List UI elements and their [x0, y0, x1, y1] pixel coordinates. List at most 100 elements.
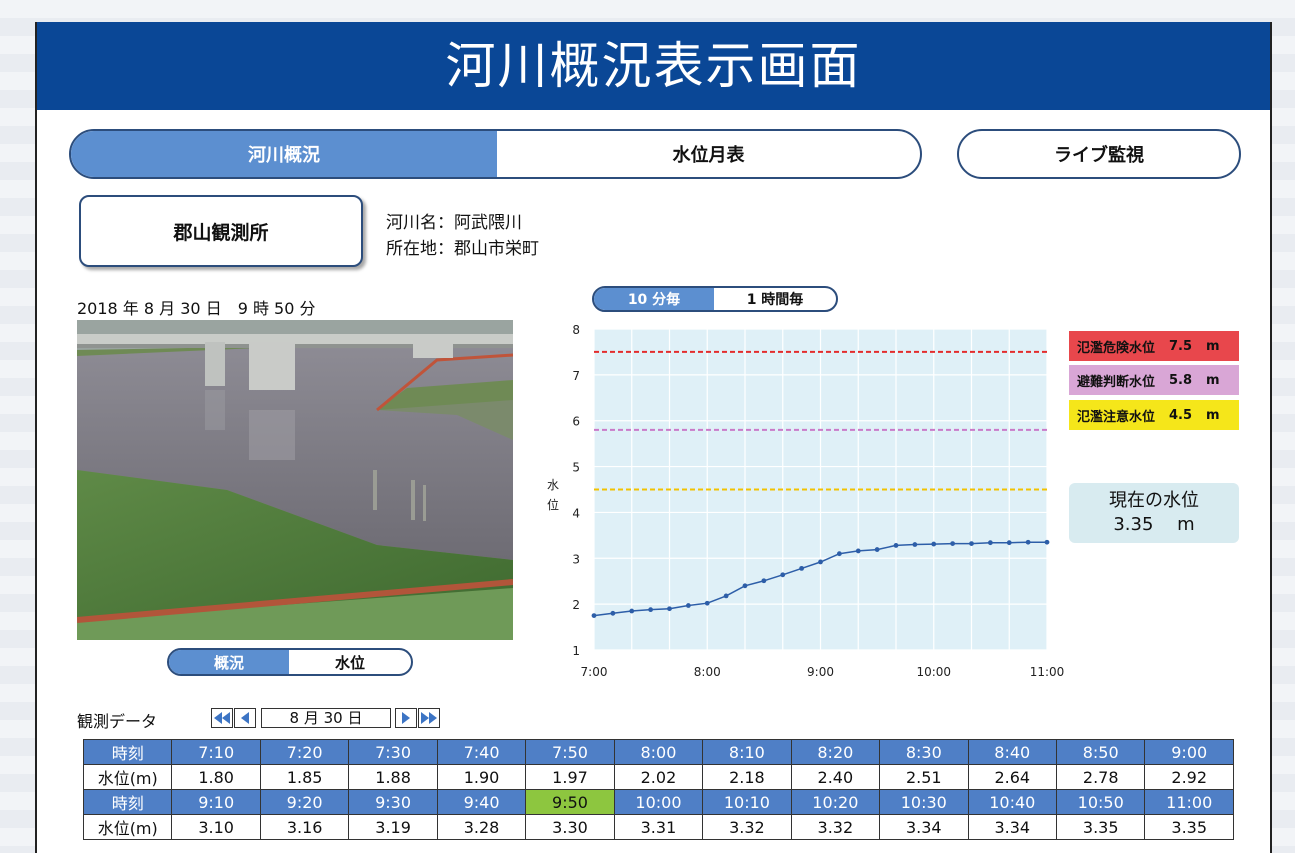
water-level-point	[761, 578, 767, 584]
time-cell[interactable]: 7:40	[436, 739, 527, 765]
time-cell[interactable]: 10:40	[967, 789, 1057, 815]
next-day-button[interactable]	[395, 708, 417, 728]
time-cell[interactable]: 10:50	[1055, 789, 1146, 815]
time-cell[interactable]: 7:20	[259, 739, 350, 765]
level-cell: 2.92	[1144, 764, 1234, 790]
time-cell[interactable]: 9:20	[259, 789, 350, 815]
level-cell: 1.80	[171, 764, 261, 790]
level-cell: 1.88	[348, 764, 438, 790]
water-level-point	[629, 608, 635, 614]
level-cell: 2.18	[702, 764, 792, 790]
time-cell[interactable]: 7:50	[525, 739, 615, 765]
x-tick-label: 7:00	[581, 665, 608, 679]
level-header-cell: 水位(m)	[82, 814, 173, 840]
water-level-point	[1006, 540, 1012, 546]
time-cell[interactable]: 8:10	[702, 739, 792, 765]
interval-10min[interactable]: 10 分毎	[594, 288, 714, 310]
threshold-legend-item: 氾濫注意水位 4.5 m	[1069, 400, 1239, 430]
date-navigator: 8 月 30 日	[211, 708, 441, 730]
time-cell[interactable]: 10:10	[702, 789, 792, 815]
interval-1hour[interactable]: 1 時間毎	[714, 288, 836, 310]
level-cell: 3.19	[348, 814, 438, 840]
page-title: 河川概況表示画面	[37, 22, 1270, 110]
river-name: 河川名：阿武隈川	[386, 213, 522, 233]
level-cell: 2.51	[879, 764, 969, 790]
time-cell[interactable]: 8:30	[879, 739, 969, 765]
current-date-label: 8 月 30 日	[261, 708, 391, 728]
time-cell[interactable]: 9:50	[525, 789, 615, 815]
level-cell: 3.34	[967, 814, 1057, 840]
time-cell[interactable]: 8:00	[613, 739, 704, 765]
camera-toggle-overview[interactable]: 概況	[169, 650, 289, 674]
water-level-point	[912, 542, 918, 547]
level-cell: 3.10	[171, 814, 261, 840]
water-level-point	[893, 543, 899, 548]
station-name-box: 郡山観測所	[79, 195, 363, 267]
time-cell[interactable]: 9:00	[1144, 739, 1234, 765]
level-cell: 3.28	[436, 814, 527, 840]
observation-datetime: 2018 年 8 月 30 日 9 時 50 分	[77, 299, 316, 318]
time-cell[interactable]: 9:10	[171, 789, 261, 815]
interval-toggle: 10 分毎 1 時間毎	[592, 286, 838, 312]
y-tick-label: 4	[572, 506, 580, 520]
time-cell[interactable]: 8:40	[967, 739, 1057, 765]
camera-view-toggle: 概況 水位	[167, 648, 413, 676]
y-axis-label: 位	[547, 497, 559, 512]
level-cell: 3.35	[1144, 814, 1234, 840]
time-cell[interactable]: 11:00	[1144, 789, 1234, 815]
tab-live-monitor-label: ライブ監視	[1054, 145, 1144, 166]
water-level-point	[874, 547, 880, 552]
y-tick-label: 5	[572, 461, 580, 475]
time-cell[interactable]: 10:00	[613, 789, 704, 815]
level-cell: 2.64	[967, 764, 1057, 790]
threshold-value: 5.8	[1169, 372, 1193, 388]
level-cell: 3.32	[790, 814, 881, 840]
y-tick-label: 6	[572, 415, 580, 429]
y-tick-label: 1	[572, 644, 580, 658]
water-level-point	[685, 603, 691, 608]
tab-live-monitor[interactable]: ライブ監視	[957, 129, 1241, 179]
current-level-value-row: 3.35 m	[1069, 513, 1239, 537]
level-cell: 1.85	[259, 764, 350, 790]
prev-month-button[interactable]	[211, 708, 233, 728]
water-level-chart: 1 2 3 4 5 6 7 8 7:00 8:00 9:00 10:00 11:00 水位	[547, 323, 1064, 679]
time-cell[interactable]: 10:30	[879, 789, 969, 815]
time-cell[interactable]: 7:30	[348, 739, 438, 765]
threshold-unit: m	[1206, 407, 1220, 423]
tab-monthly-table[interactable]: 水位月表	[497, 131, 920, 177]
time-header-cell: 時刻	[82, 739, 173, 765]
water-level-point	[780, 572, 786, 578]
water-level-point	[818, 559, 823, 565]
camera-toggle-level[interactable]: 水位	[289, 650, 411, 674]
tab-river-overview[interactable]: 河川概況	[71, 131, 497, 177]
time-cell[interactable]: 10:20	[790, 789, 881, 815]
level-cell: 3.32	[702, 814, 792, 840]
level-cell: 3.35	[1055, 814, 1146, 840]
prev-day-button[interactable]	[234, 708, 256, 728]
current-level-label: 現在の水位	[1109, 490, 1199, 511]
left-arrow-icon	[241, 712, 249, 724]
time-cell[interactable]: 9:40	[436, 789, 527, 815]
y-axis-label: 水	[547, 478, 559, 492]
water-level-point	[1025, 539, 1031, 545]
y-tick-label: 3	[572, 552, 580, 566]
x-tick-label: 9:00	[807, 665, 834, 679]
water-level-point	[648, 607, 654, 613]
water-level-point	[742, 583, 748, 589]
water-level-point	[799, 565, 805, 571]
current-level-unit: m	[1177, 514, 1195, 535]
water-level-point	[704, 600, 710, 606]
level-cell: 1.90	[436, 764, 527, 790]
time-cell[interactable]: 9:30	[348, 789, 438, 815]
x-tick-label: 10:00	[916, 665, 951, 679]
y-tick-label: 7	[572, 369, 580, 383]
level-row: 水位(m) 3.10 3.16 3.19 3.28 3.30 3.31 3.32 3.32 3.3…	[82, 814, 1234, 840]
river-overview-panel: 河川概況表示画面 河川概況 水位月表 ライブ監視 郡山観測所 河川名：阿武隈川 …	[35, 22, 1272, 853]
time-cell[interactable]: 8:20	[790, 739, 881, 765]
next-month-button[interactable]	[418, 708, 440, 728]
time-cell[interactable]: 8:50	[1055, 739, 1146, 765]
water-level-point	[950, 541, 956, 547]
current-water-level: 現在の水位 3.35 m	[1069, 483, 1239, 543]
time-cell[interactable]: 7:10	[171, 739, 261, 765]
water-level-point	[969, 541, 974, 547]
